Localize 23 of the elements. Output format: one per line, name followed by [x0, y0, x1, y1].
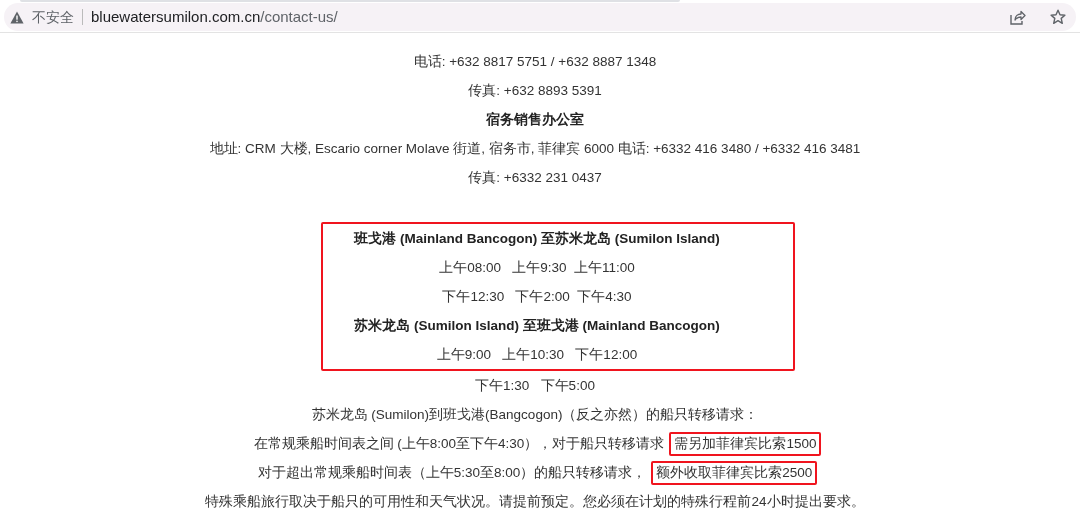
section-heading: 班戈港 (Mainland Bancogon) 至苏米龙岛 (Sumilon Island) — [354, 230, 720, 246]
address-bar[interactable]: 不安全 bluewatersumilon.com.cn/contact-us/ — [4, 3, 1076, 31]
info-text: 地址: CRM 大楼, Escario corner Molave 街道, 宿务市, 菲律宾 6000 电话: +6332 416 3480 / +6332 416 3481 — [209, 141, 861, 156]
section-heading: 苏米龙岛 (Sumilon Island) 至班戈港 (Mainland Bancogon) — [354, 317, 720, 333]
fee-text: 额外收取菲律宾比索2500 — [651, 460, 818, 485]
info-text: 苏米龙岛 (Sumilon)到班戈港(Bangcogon)（反之亦然）的船只转移请求： — [310, 405, 760, 424]
share-icon[interactable] — [1010, 9, 1026, 25]
info-text: 上午08:00 上午9:30 上午11:00 — [439, 259, 635, 275]
section-heading: 宿务销售办公室 — [486, 112, 584, 127]
fee-text: 需另加菲律宾比索1500 — [669, 431, 822, 456]
info-text: 下午12:30 下午2:00 下午4:30 — [442, 288, 632, 304]
info-text: 传真: +632 8893 5391 — [468, 83, 602, 98]
info-text: 上午9:00 上午10:30 下午12:00 — [436, 346, 638, 362]
star-icon[interactable] — [1050, 9, 1066, 25]
info-text: 下午1:30 下午5:00 — [475, 377, 595, 393]
info-text: 电话: +632 8817 5751 / +632 8887 1348 — [413, 54, 657, 69]
info-text: 在常规乘船时间表之间 (上午8:00至下午4:30），对于船只转移请求 — [252, 434, 666, 453]
security-label: 不安全 — [32, 7, 74, 27]
url-text: bluewatersumilon.com.cn/contact-us/ — [91, 6, 338, 27]
info-text: 传真: +6332 231 0437 — [468, 170, 602, 185]
info-text: 特殊乘船旅行取决于船只的可用性和天气状况。请提前预定。您必须在计划的特殊行程前24小时提出要求。 — [204, 492, 866, 511]
info-text: 对于超出常规乘船时间表（上午5:30至8:00）的船只转移请求， — [256, 463, 648, 482]
warning-icon — [10, 10, 24, 24]
